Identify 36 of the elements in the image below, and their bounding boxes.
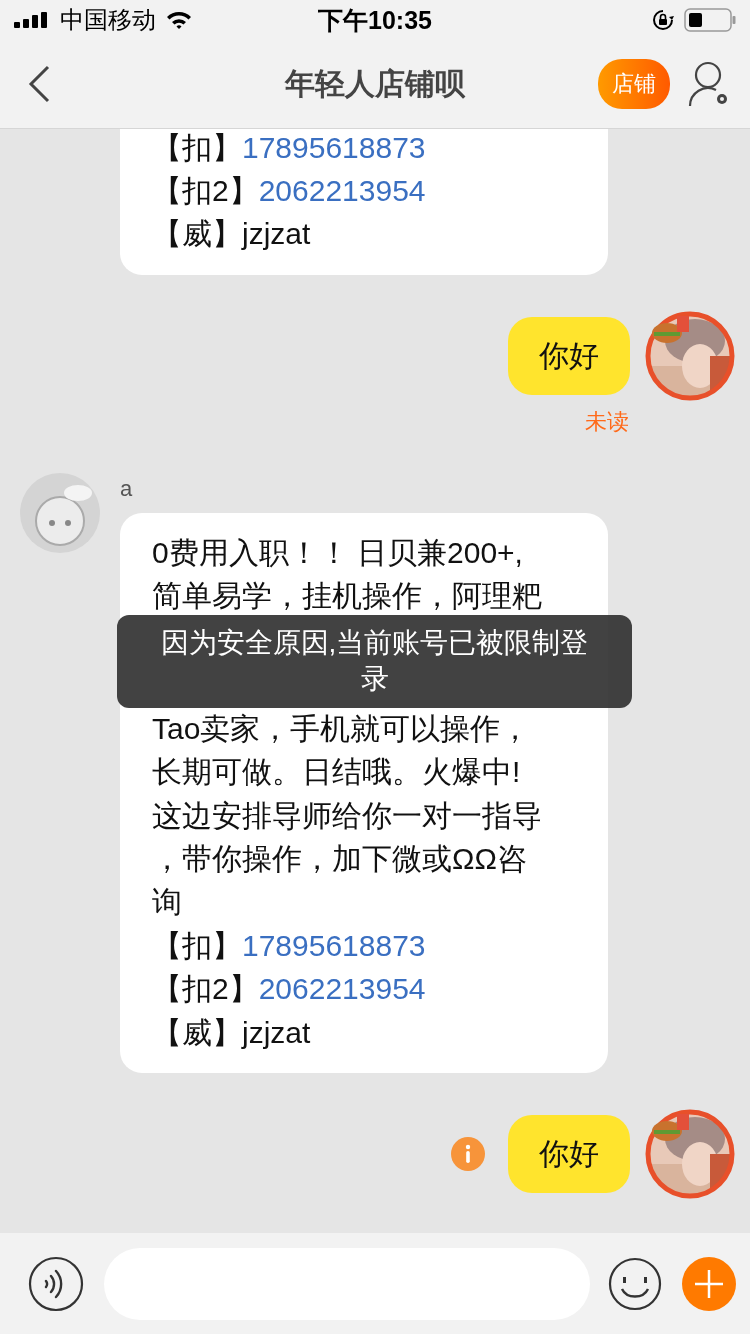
shop-button[interactable]: 店铺 [598, 59, 670, 109]
message-text: 简单易学，挂机操作，阿理粑 [152, 578, 543, 615]
signal-icon [14, 12, 50, 28]
phone-link[interactable]: 2062213954 [258, 173, 426, 207]
message-text: 这边安排导师给你一对一指导 [152, 797, 543, 834]
back-icon[interactable] [28, 65, 50, 103]
emoji-icon[interactable] [608, 1256, 662, 1311]
toast-message: 因为安全原因,当前账号已被限制登录 [117, 615, 632, 709]
message-text: 【威】jzjzat [152, 1014, 312, 1051]
contact-label: 【扣】 [152, 130, 242, 164]
chat-title: 年轻人店铺呗 [285, 65, 465, 102]
carrier-name: 中国移动 [60, 5, 156, 35]
phone-link[interactable]: 2062213954 [258, 972, 426, 1006]
message-text: 长期可做。日结哦。火爆中! [152, 754, 522, 791]
unread-status: 未读 [585, 407, 629, 436]
phone-link[interactable]: 17895618873 [242, 928, 426, 962]
contact-label: 【扣】 [152, 928, 242, 962]
sender-name: a [120, 474, 134, 503]
battery-icon [684, 8, 736, 32]
message-text: 0费用入职！！ 日贝兼200+, [152, 534, 524, 571]
avatar-icon [20, 472, 100, 553]
message-bubble: 你好 [508, 1115, 630, 1193]
profile-settings-icon[interactable] [688, 61, 730, 107]
wifi-icon [166, 10, 192, 30]
message-text: Tao卖家，手机就可以操作， [152, 710, 532, 747]
message-text: 询 [152, 884, 183, 921]
voice-icon[interactable] [28, 1255, 84, 1312]
contact-label: 【扣2】 [152, 173, 259, 207]
message-bubble: 你好 [508, 316, 630, 395]
status-time: 下午10:35 [318, 4, 432, 36]
plus-icon[interactable] [682, 1256, 736, 1311]
phone-link[interactable]: 17895618873 [242, 130, 426, 164]
rotation-lock-icon [652, 9, 674, 31]
message-text: ，带你操作，加下微或ΩΩ咨 [152, 841, 528, 878]
contact-label: 【扣2】 [152, 972, 259, 1006]
message-text: 【威】jzjzat [152, 216, 312, 253]
